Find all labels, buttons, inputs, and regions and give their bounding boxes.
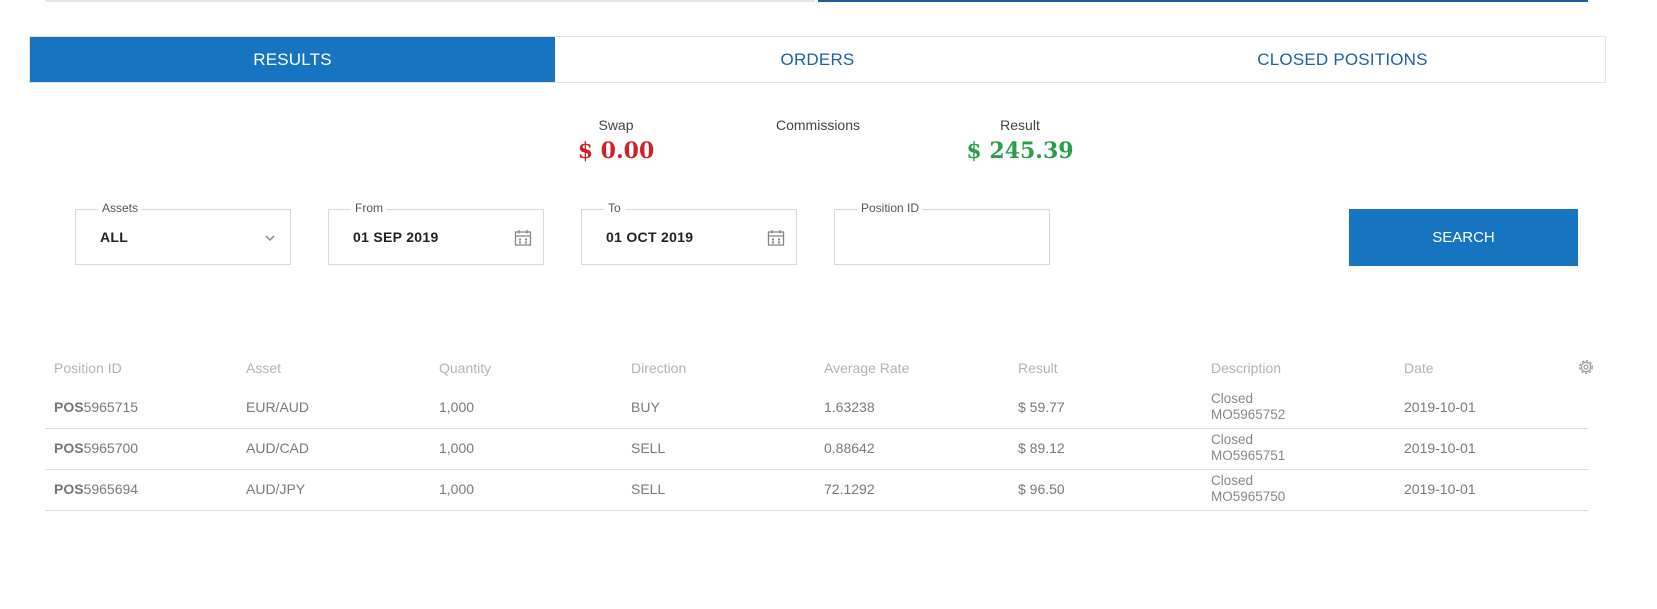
- asset-cell: EUR/AUD: [246, 399, 310, 415]
- header-date: Date: [1404, 360, 1434, 376]
- to-value: 01 OCT 2019: [606, 229, 694, 245]
- description-cell: Closed MO5965750: [1211, 473, 1286, 504]
- quantity-cell: 1,000: [439, 440, 475, 456]
- direction-cell: SELL: [631, 481, 666, 497]
- commissions-label: Commissions: [775, 117, 861, 133]
- header-description: Description: [1211, 360, 1282, 376]
- date-cell: 2019-10-01: [1404, 481, 1476, 497]
- top-strip-left: [45, 0, 815, 2]
- table-row[interactable]: POS5965715 EUR/AUD 1,000 BUY 1.63238 $ 5…: [45, 388, 1588, 429]
- position-id-cell: POS5965715: [54, 399, 139, 415]
- asset-cell: AUD/JPY: [246, 481, 306, 497]
- to-date-field[interactable]: To 01 OCT 2019: [581, 201, 797, 265]
- direction-cell: BUY: [631, 399, 660, 415]
- average-rate-cell: 72.1292: [824, 481, 875, 497]
- average-rate-cell: 0.88642: [824, 440, 875, 456]
- header-asset: Asset: [246, 360, 282, 376]
- result-cell: $ 59.77: [1018, 399, 1065, 415]
- description-cell: Closed MO5965751: [1211, 432, 1286, 463]
- chevron-down-icon[interactable]: [260, 228, 280, 248]
- assets-select[interactable]: Assets ALL: [75, 201, 291, 265]
- position-id-cell: POS5965700: [54, 440, 139, 456]
- result-label: Result: [1000, 117, 1040, 133]
- from-date-field[interactable]: From 01 SEP 2019: [328, 201, 544, 265]
- result-cell: $ 96.50: [1018, 481, 1065, 497]
- position-id-field[interactable]: Position ID: [834, 201, 1050, 265]
- position-id-label: Position ID: [857, 201, 924, 215]
- tab-results[interactable]: RESULTS: [30, 37, 555, 82]
- to-label: To: [604, 201, 625, 215]
- calendar-icon[interactable]: [766, 228, 786, 248]
- table-row[interactable]: POS5965694 AUD/JPY 1,000 SELL 72.1292 $ …: [45, 470, 1588, 511]
- assets-value: ALL: [100, 229, 129, 245]
- gear-icon[interactable]: [1576, 357, 1596, 377]
- from-value: 01 SEP 2019: [353, 229, 439, 245]
- calendar-icon[interactable]: [513, 228, 533, 248]
- header-direction: Direction: [631, 360, 687, 376]
- swap-label: Swap: [598, 117, 634, 133]
- date-cell: 2019-10-01: [1404, 440, 1476, 456]
- header-result: Result: [1018, 360, 1058, 376]
- result-cell: $ 89.12: [1018, 440, 1065, 456]
- description-cell: Closed MO5965752: [1211, 391, 1286, 422]
- tab-bar: RESULTS ORDERS CLOSED POSITIONS: [29, 36, 1606, 83]
- date-cell: 2019-10-01: [1404, 399, 1476, 415]
- top-strip-right: [818, 0, 1588, 2]
- tab-orders[interactable]: ORDERS: [555, 37, 1080, 82]
- header-quantity: Quantity: [439, 360, 492, 376]
- direction-cell: SELL: [631, 440, 666, 456]
- header-average-rate: Average Rate: [824, 360, 910, 376]
- quantity-cell: 1,000: [439, 481, 475, 497]
- table-row[interactable]: POS5965700 AUD/CAD 1,000 SELL 0.88642 $ …: [45, 429, 1588, 470]
- assets-label: Assets: [98, 201, 143, 215]
- swap-value: $ 0.00: [577, 138, 655, 164]
- average-rate-cell: 1.63238: [824, 399, 875, 415]
- tab-closed-positions[interactable]: CLOSED POSITIONS: [1080, 37, 1605, 82]
- header-position-id: Position ID: [54, 360, 122, 376]
- from-label: From: [351, 201, 387, 215]
- result-value: $ 245.39: [966, 138, 1074, 164]
- search-button[interactable]: SEARCH: [1349, 209, 1578, 266]
- position-id-cell: POS5965694: [54, 481, 139, 497]
- asset-cell: AUD/CAD: [246, 440, 310, 456]
- quantity-cell: 1,000: [439, 399, 475, 415]
